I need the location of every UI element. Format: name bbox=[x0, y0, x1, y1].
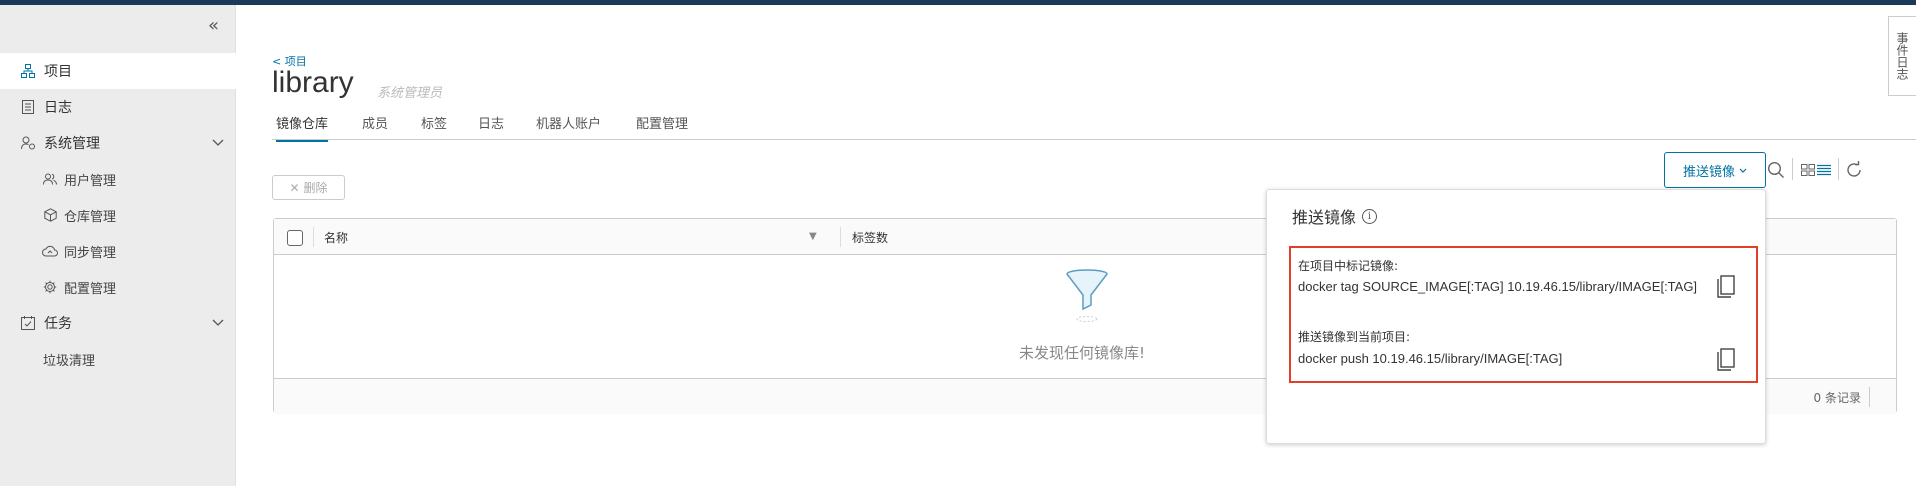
sidebar-subitem-label: 垃圾清理 bbox=[43, 353, 96, 369]
collapse-sidebar-icon[interactable]: « bbox=[208, 15, 219, 36]
sidebar-item-projects[interactable]: 项目 bbox=[0, 53, 236, 89]
toolbar-divider bbox=[1838, 158, 1839, 180]
tab-logs[interactable]: 日志 bbox=[478, 113, 504, 140]
sidebar-item-admin[interactable]: 系统管理 bbox=[0, 125, 236, 161]
column-header-name[interactable]: 名称 bbox=[324, 229, 348, 246]
top-header-bar bbox=[0, 0, 1916, 5]
column-divider bbox=[313, 227, 314, 247]
tab-configuration[interactable]: 配置管理 bbox=[636, 113, 688, 140]
info-icon[interactable]: i bbox=[1362, 208, 1378, 224]
tab-labels[interactable]: 标签 bbox=[421, 113, 447, 140]
sidebar-item-tasks[interactable]: 任务 bbox=[0, 305, 236, 341]
sidebar-subitem-label: 同步管理 bbox=[64, 245, 117, 261]
push-image-button[interactable]: 推送镜像 bbox=[1664, 152, 1766, 188]
tag-command-text[interactable]: docker tag SOURCE_IMAGE[:TAG] 10.19.46.1… bbox=[1298, 279, 1708, 294]
push-label: 推送镜像 bbox=[1682, 164, 1735, 180]
push-command-label: 推送镜像到当前项目: bbox=[1298, 330, 1411, 344]
sidebar-item-users[interactable]: 用户管理 bbox=[0, 161, 236, 197]
tab-members[interactable]: 成员 bbox=[362, 113, 388, 140]
sidebar-subitem-label: 仓库管理 bbox=[64, 209, 117, 225]
admin-icon bbox=[20, 135, 36, 151]
sidebar-subitem-label: 配置管理 bbox=[64, 281, 117, 297]
chevron-down-icon bbox=[1739, 163, 1747, 178]
copy-icon[interactable] bbox=[1716, 348, 1736, 372]
gear-icon bbox=[42, 279, 58, 295]
record-count: 0 条记录 bbox=[1813, 391, 1861, 405]
sidebar-item-label: 项目 bbox=[44, 64, 72, 80]
sidebar-item-label: 日志 bbox=[44, 100, 72, 116]
popover-title-text: 推送镜像 bbox=[1292, 208, 1357, 227]
empty-filter-icon bbox=[1064, 269, 1110, 329]
command-box: 在项目中标记镜像: docker tag SOURCE_IMAGE[:TAG] … bbox=[1289, 246, 1758, 383]
sidebar-item-replication[interactable]: 同步管理 bbox=[0, 233, 236, 269]
chevron-down-icon bbox=[212, 315, 224, 331]
list-view-icon[interactable] bbox=[1815, 160, 1833, 180]
column-divider bbox=[1869, 387, 1870, 407]
project-icon bbox=[20, 63, 36, 79]
empty-message: 未发现任何镜像库! bbox=[1019, 344, 1146, 362]
task-icon bbox=[20, 315, 36, 331]
sidebar-item-label: 系统管理 bbox=[44, 136, 100, 152]
sidebar-item-logs[interactable]: 日志 bbox=[0, 89, 236, 125]
sidebar-subitem-label: 用户管理 bbox=[64, 173, 117, 189]
sidebar-item-registries[interactable]: 仓库管理 bbox=[0, 197, 236, 233]
users-icon bbox=[42, 171, 58, 187]
cloud-icon bbox=[42, 243, 58, 259]
tab-robot-accounts[interactable]: 机器人账户 bbox=[536, 113, 601, 140]
toolbar-divider bbox=[1792, 158, 1793, 180]
column-header-tag-count[interactable]: 标签数 bbox=[852, 229, 888, 246]
sidebar-item-label: 任务 bbox=[44, 316, 72, 332]
delete-label: 删除 bbox=[303, 181, 328, 195]
chevron-down-icon bbox=[212, 135, 224, 151]
role-label: 系统管理员 bbox=[377, 86, 443, 101]
tab-repositories[interactable]: 镜像仓库 bbox=[276, 113, 329, 142]
event-log-side-tab[interactable]: 事件日志 bbox=[1888, 16, 1916, 96]
push-image-popover: 推送镜像 i 在项目中标记镜像: docker tag SOURCE_IMAGE… bbox=[1266, 189, 1766, 444]
select-all-checkbox[interactable] bbox=[287, 230, 303, 246]
push-command-text[interactable]: docker push 10.19.46.15/library/IMAGE[:T… bbox=[1298, 351, 1708, 366]
column-divider bbox=[840, 227, 841, 247]
tag-command-label: 在项目中标记镜像: bbox=[1298, 259, 1399, 273]
delete-button[interactable]: ✕ 删除 bbox=[272, 175, 345, 200]
page-title: library bbox=[272, 66, 354, 99]
refresh-icon[interactable] bbox=[1844, 160, 1864, 180]
copy-icon[interactable] bbox=[1716, 275, 1736, 299]
cube-icon bbox=[42, 207, 58, 223]
search-icon[interactable] bbox=[1766, 160, 1786, 180]
log-icon bbox=[20, 99, 36, 115]
filter-icon[interactable]: ▼ bbox=[809, 231, 817, 242]
sidebar: « 项目 日志 系统管理 用户管理 仓库管理 同步管理 配置管理 任务 垃圾清理 bbox=[0, 5, 236, 486]
popover-title: 推送镜像 i bbox=[1292, 204, 1378, 228]
close-icon: ✕ bbox=[289, 180, 300, 195]
tab-bar: 镜像仓库 成员 标签 日志 机器人账户 配置管理 bbox=[272, 110, 1916, 142]
sidebar-item-gc[interactable]: 垃圾清理 bbox=[0, 341, 236, 377]
sidebar-item-configuration[interactable]: 配置管理 bbox=[0, 269, 236, 305]
